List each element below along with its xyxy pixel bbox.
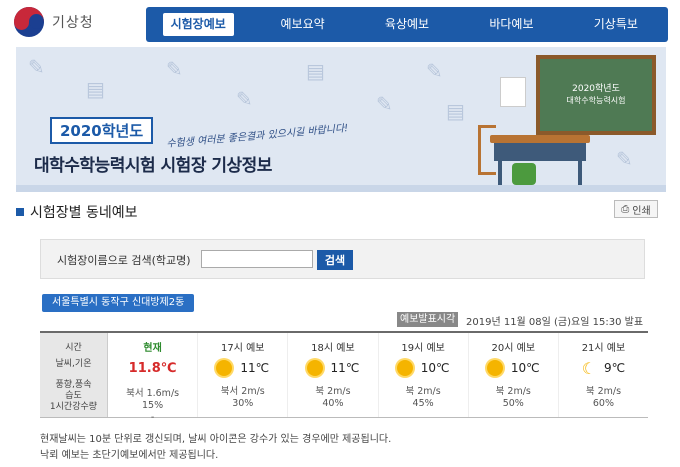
forecast-wind: 북 2m/s 40%: [315, 386, 351, 409]
label-weather-temp: 날씨,기온: [55, 359, 92, 369]
nav-item-land-forecast[interactable]: 육상예보: [355, 7, 459, 42]
paper-illustration: [500, 77, 526, 107]
search-input[interactable]: [201, 250, 313, 268]
section-title: 시험장별 동네예보: [16, 202, 138, 222]
timestamp-value: 2019년 11월 08일 (금)요일 15:30 발표: [466, 317, 644, 328]
label-time: 시간: [65, 343, 82, 353]
book-icon: ▤: [86, 77, 105, 101]
forecast-temp: 9℃: [604, 361, 626, 375]
col-header: 17시 예보: [221, 343, 265, 354]
nav-item-forecast-summary[interactable]: 예보요약: [250, 7, 354, 42]
printer-icon: ⎙: [621, 203, 630, 215]
col-header: 19시 예보: [401, 343, 445, 354]
board-text-year: 2020학년도: [572, 84, 620, 94]
search-panel: 시험장이름으로 검색(학교명) 검색: [40, 239, 645, 279]
book-icon: ▤: [306, 59, 325, 83]
taeguk-emblem-icon: [14, 7, 44, 37]
print-button[interactable]: ⎙ 인쇄: [614, 200, 658, 218]
pencil-icon: ✎: [28, 55, 45, 79]
timestamp-label: 예보발표시각: [397, 312, 459, 327]
forecast-temp: 11℃: [330, 361, 360, 375]
forecast-col-21: 21시 예보 ☾ 9℃ 북 2m/s 60%: [559, 333, 648, 417]
forecast-temp: 11℃: [240, 361, 270, 375]
pencil-icon: ✎: [236, 87, 253, 111]
forecast-col-current: 현재 11.8℃ 북서 1.6m/s 15% -: [108, 333, 199, 423]
search-label: 시험장이름으로 검색(학교명): [57, 254, 191, 267]
main-nav: 시험장예보 예보요약 육상예보 바다예보 기상특보: [146, 7, 668, 42]
bag-illustration: [512, 163, 536, 185]
note-update-interval: 현재날씨는 10분 단위로 갱신되며, 날씨 아이콘은 강수가 있는 경우에만 …: [40, 434, 392, 445]
banner-year: 2020학년도: [50, 117, 154, 144]
nav-item-weather-warning[interactable]: 기상특보: [564, 7, 668, 42]
note-lightning: 낙뢰 예보는 초단기예보에서만 제공됩니다.: [40, 450, 219, 461]
sun-icon: [216, 360, 233, 376]
col-header: 18시 예보: [311, 343, 355, 354]
label-humidity: 습도: [65, 391, 82, 401]
pencil-icon: ✎: [616, 147, 633, 171]
col-header: 현재: [143, 343, 162, 354]
forecast-wind: 북 2m/s 50%: [495, 386, 531, 409]
forecast-table: 시간 날씨,기온 풍향,풍속 습도 1시간강수량 현재 11.8℃ 북서 1.6…: [40, 331, 648, 423]
forecast-wind: 북 2m/s 45%: [405, 386, 441, 409]
forecast-temp: 10℃: [420, 361, 450, 375]
banner: ✎ ▤ ✎ ✎ ▤ ✎ ✎ ▤ ✎ 2020학년도 수험생 여러분 좋은결과 있…: [16, 47, 666, 192]
forecast-col-20: 20시 예보 10℃ 북 2m/s 50%: [469, 333, 559, 417]
section-title-text: 시험장별 동네예보: [30, 205, 138, 221]
sun-icon: [306, 360, 323, 376]
col-header: 21시 예보: [581, 343, 626, 354]
sun-icon: [486, 360, 503, 376]
bullet-icon: [16, 208, 24, 216]
label-wind: 풍향,풍속: [55, 380, 92, 390]
sun-icon: [396, 360, 413, 376]
chalkboard: 2020학년도 대학수학능력시험: [536, 55, 656, 135]
pencil-icon: ✎: [376, 92, 393, 116]
banner-title: 대학수학능력시험 시험장 기상정보: [34, 156, 272, 176]
current-temp: 11.8℃: [128, 361, 177, 376]
pencil-icon: ✎: [166, 57, 183, 81]
desk-illustration: [490, 135, 590, 143]
logo-text: 기상청: [52, 15, 94, 31]
header: 기상청 시험장예보 예보요약 육상예보 바다예보 기상특보: [0, 0, 680, 46]
search-button[interactable]: 검색: [317, 250, 353, 270]
col-header: 20시 예보: [491, 343, 536, 354]
print-label: 인쇄: [632, 205, 651, 217]
banner-slogan: 수험생 여러분 좋은결과 있으시길 바랍니다!: [166, 123, 349, 150]
row-labels: 시간 날씨,기온 풍향,풍속 습도 1시간강수량: [40, 333, 108, 417]
forecast-wind: 북 2m/s 60%: [585, 386, 622, 409]
moon-icon: ☾: [581, 358, 597, 378]
forecast-col-17: 17시 예보 11℃ 북서 2m/s 30%: [198, 333, 289, 417]
nav-item-exam-forecast[interactable]: 시험장예보: [146, 7, 250, 42]
forecast-temp: 10℃: [510, 361, 540, 375]
forecast-wind: 북서 2m/s 30%: [220, 386, 265, 409]
forecast-col-19: 19시 예보 10℃ 북 2m/s 45%: [379, 333, 469, 417]
label-rain: 1시간강수량: [49, 402, 98, 412]
board-text-exam: 대학수학능력시험: [566, 96, 626, 105]
book-icon: ▤: [446, 99, 465, 123]
forecast-col-18: 18시 예보 11℃ 북 2m/s 40%: [288, 333, 379, 417]
current-wind: 북서 1.6m/s 15% -: [126, 388, 180, 423]
pencil-icon: ✎: [426, 59, 443, 83]
kma-logo[interactable]: 기상청: [14, 7, 114, 37]
location-tag: 서울특별시 동작구 신대방제2동: [42, 294, 195, 312]
nav-item-sea-forecast[interactable]: 바다예보: [459, 7, 563, 42]
